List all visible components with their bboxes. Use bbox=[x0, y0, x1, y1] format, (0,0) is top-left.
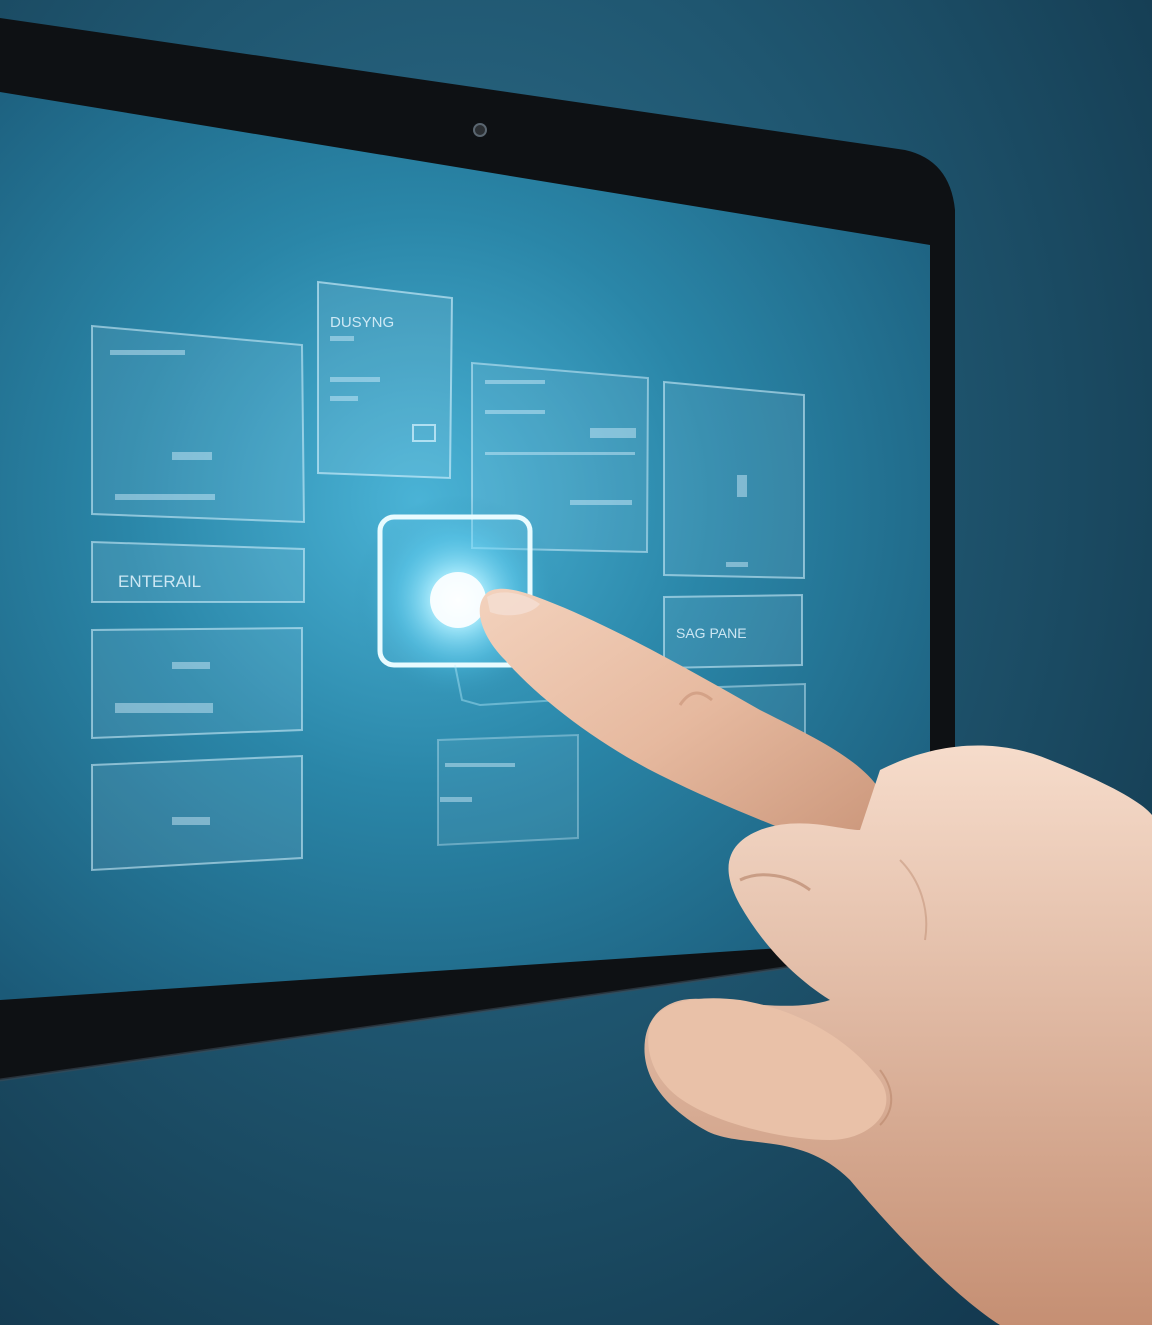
panel-right-label-text: SAG PANE bbox=[676, 625, 747, 641]
camera-dot bbox=[473, 123, 487, 137]
tablet-touch-scene: ENTERAIL DUSYNG SAG PANE bbox=[0, 18, 1152, 1325]
panel-left-bottom[interactable] bbox=[91, 754, 303, 872]
panel-lower-center[interactable] bbox=[437, 733, 579, 847]
panel-top-center-title: DUSYNG bbox=[330, 314, 394, 331]
panel-left-middle[interactable] bbox=[91, 626, 303, 740]
panel-left-top[interactable] bbox=[91, 324, 306, 524]
panel-right-top[interactable] bbox=[663, 380, 805, 580]
panel-left-label-text: ENTERAIL bbox=[118, 572, 201, 591]
panel-left-label[interactable]: ENTERAIL bbox=[91, 540, 305, 603]
panel-right-label[interactable]: SAG PANE bbox=[663, 593, 803, 670]
panel-top-center[interactable]: DUSYNG bbox=[317, 280, 454, 480]
